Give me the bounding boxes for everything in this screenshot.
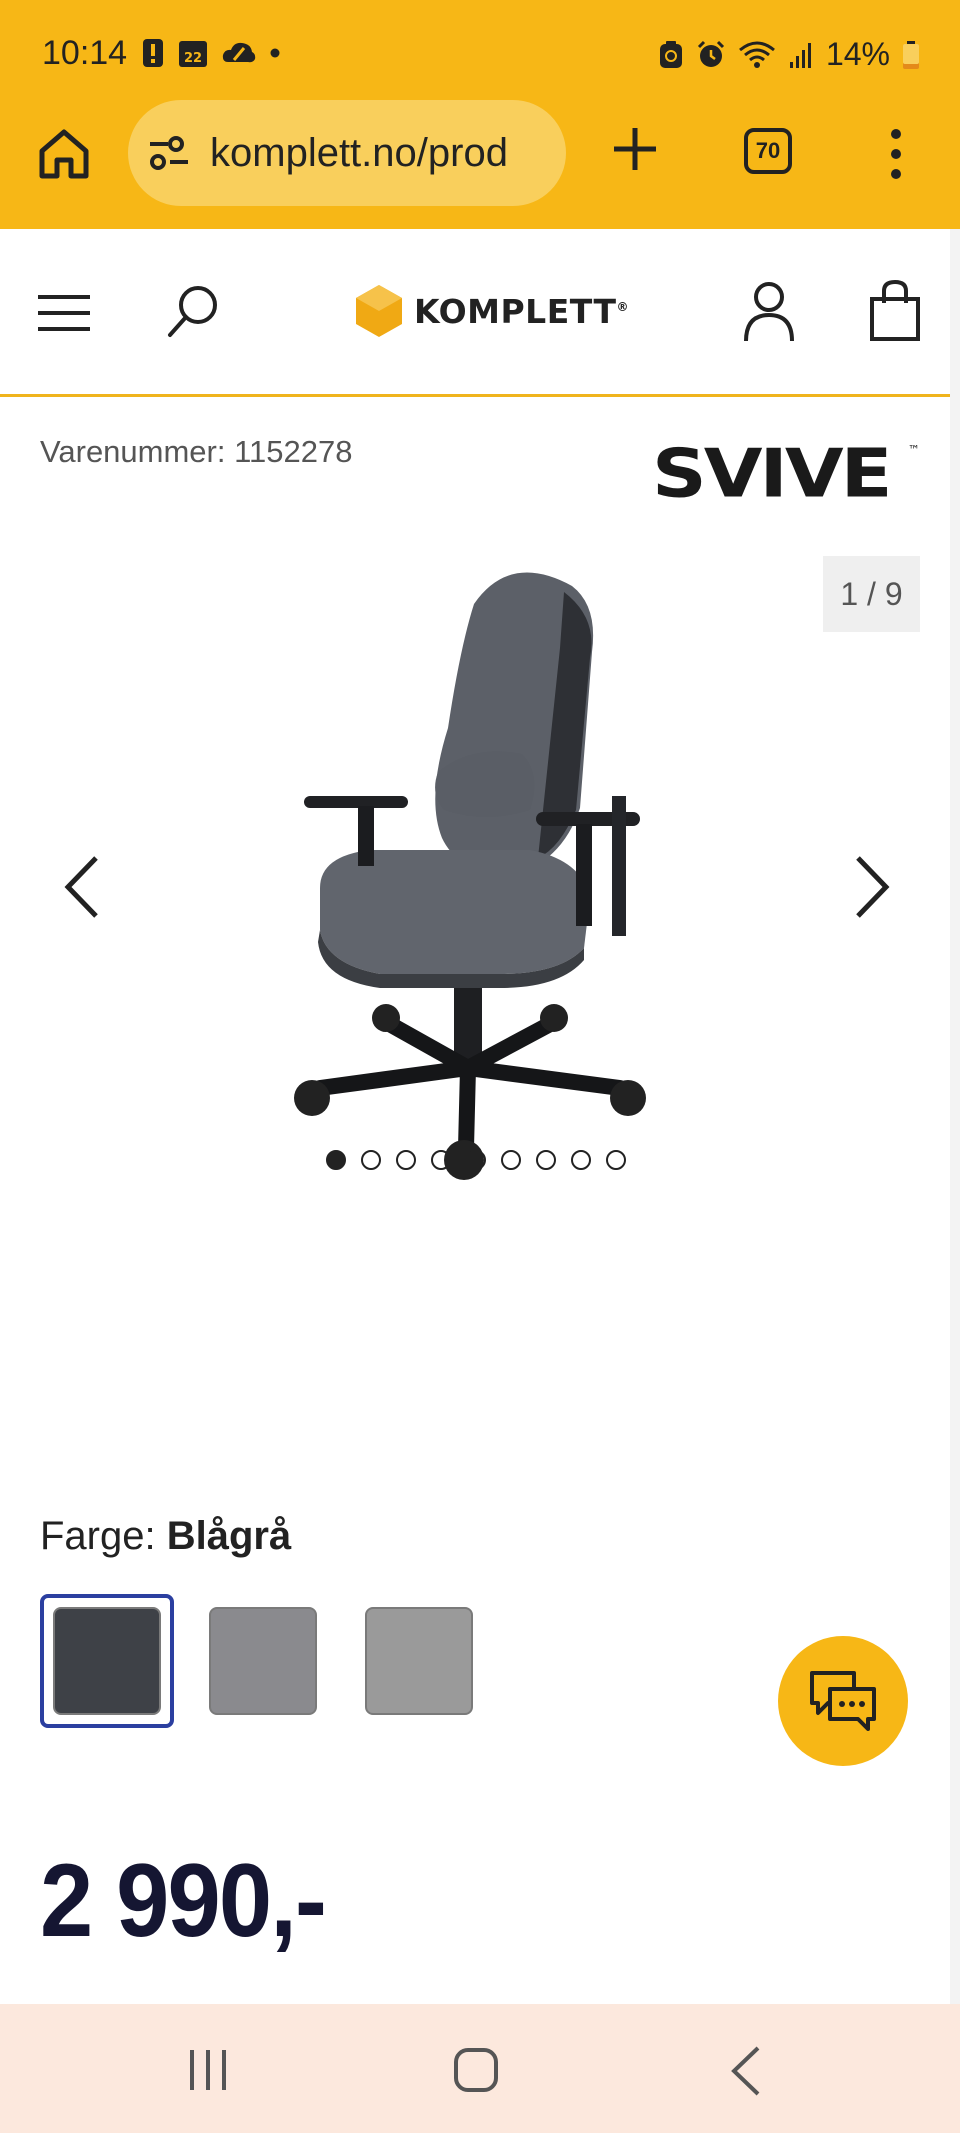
- tab-count: 70: [755, 138, 781, 163]
- color-swatch: [53, 1607, 161, 1715]
- carousel-dot[interactable]: [466, 1150, 486, 1170]
- color-swatch-option[interactable]: [196, 1594, 330, 1728]
- chevron-right-icon[interactable]: [846, 852, 896, 922]
- plus-icon[interactable]: [608, 122, 662, 176]
- site-settings-icon[interactable]: [146, 130, 192, 176]
- url-text[interactable]: komplett.no/prod: [210, 131, 508, 176]
- color-label: Farge: Blågrå: [40, 1514, 291, 1559]
- logo-text: KOMPLETT®: [414, 292, 629, 331]
- status-icons-right: 14%: [658, 36, 920, 73]
- color-value: Blågrå: [166, 1514, 292, 1558]
- browser-toolbar: komplett.no/prod 70: [0, 100, 960, 229]
- color-swatches: [40, 1594, 486, 1728]
- home-icon[interactable]: [34, 124, 94, 184]
- battery-icon: [903, 40, 919, 69]
- recent-apps-icon[interactable]: [186, 2048, 230, 2092]
- logo-registered-mark: ®: [616, 299, 630, 314]
- carousel-dot[interactable]: [501, 1150, 521, 1170]
- chat-button[interactable]: [778, 1636, 908, 1766]
- menu-icon[interactable]: [38, 291, 90, 335]
- more-vert-icon[interactable]: [880, 124, 912, 184]
- brand-wordmark: SVIVE: [652, 440, 890, 510]
- address-bar[interactable]: komplett.no/prod: [128, 100, 566, 206]
- logo-wordmark: KOMPLETT: [414, 291, 617, 331]
- chat-icon: [810, 1671, 876, 1731]
- carousel-dot[interactable]: [396, 1150, 416, 1170]
- product-price: 2 990,-: [40, 1843, 327, 1959]
- product-sku: Varenummer: 1152278: [40, 434, 353, 469]
- carousel-dot[interactable]: [606, 1150, 626, 1170]
- back-icon[interactable]: [728, 2044, 764, 2098]
- alarm-icon: [697, 40, 725, 67]
- status-time: 10:14: [42, 34, 128, 72]
- search-icon[interactable]: [164, 281, 224, 341]
- wifi-icon: [739, 41, 775, 68]
- color-swatch: [365, 1607, 473, 1715]
- battery-percent: 14%: [825, 36, 890, 72]
- page-scroll-edge: [950, 229, 960, 2004]
- shopping-bag-icon[interactable]: [868, 279, 922, 343]
- carousel-dot[interactable]: [571, 1150, 591, 1170]
- system-navigation-bar: [0, 2004, 960, 2133]
- alert-icon: [143, 39, 163, 67]
- image-counter: 1 / 9: [823, 556, 920, 632]
- cloud-icon: [222, 42, 256, 63]
- signal-icon: [789, 42, 811, 68]
- home-nav-icon[interactable]: [452, 2046, 500, 2094]
- color-label-prefix: Farge:: [40, 1514, 156, 1558]
- site-header: KOMPLETT®: [0, 229, 960, 397]
- chevron-left-icon[interactable]: [58, 852, 108, 922]
- dot-icon: [270, 48, 280, 58]
- browser-chrome: 10:14 22 14% komplett.no/prod 70: [0, 0, 960, 229]
- brand-trademark: ™: [908, 443, 920, 457]
- status-bar: 10:14 22 14%: [0, 0, 960, 100]
- svive-brand-logo[interactable]: SVIVE ™: [652, 440, 922, 510]
- komplett-logo[interactable]: KOMPLETT®: [354, 281, 629, 341]
- product-image-chair[interactable]: [260, 548, 700, 1198]
- status-icons-left: 22: [142, 38, 280, 68]
- user-account-icon[interactable]: [742, 279, 796, 343]
- komplett-logo-mark-icon: [356, 285, 402, 337]
- color-swatch: [209, 1607, 317, 1715]
- calendar-day: 22: [184, 51, 202, 66]
- calendar-icon: 22: [179, 41, 207, 67]
- battery-saver-icon: [659, 40, 682, 68]
- carousel-dot[interactable]: [326, 1150, 346, 1170]
- carousel-dot[interactable]: [431, 1150, 451, 1170]
- color-swatch-option[interactable]: [352, 1594, 486, 1728]
- carousel-dots: [326, 1150, 626, 1170]
- tab-switcher-button[interactable]: 70: [744, 128, 792, 174]
- carousel-dot[interactable]: [536, 1150, 556, 1170]
- carousel-dot[interactable]: [361, 1150, 381, 1170]
- color-swatch-option[interactable]: [40, 1594, 174, 1728]
